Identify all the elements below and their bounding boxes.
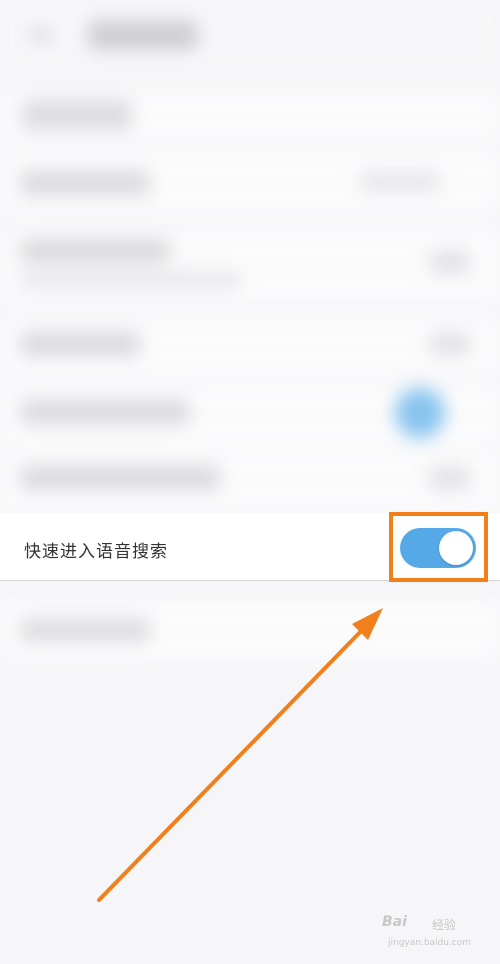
baidu-jingyan-watermark: Bai 经验 jingyan.baidu.com — [382, 912, 492, 956]
blurred-settings-background — [0, 0, 500, 964]
quick-voice-search-label: 快速进入语音搜索 — [24, 542, 168, 562]
watermark-brand: Bai — [382, 914, 407, 930]
watermark-jingyan: 经验 — [432, 918, 457, 932]
watermark-url: jingyan.baidu.com — [388, 938, 472, 948]
highlight-box — [389, 512, 488, 582]
